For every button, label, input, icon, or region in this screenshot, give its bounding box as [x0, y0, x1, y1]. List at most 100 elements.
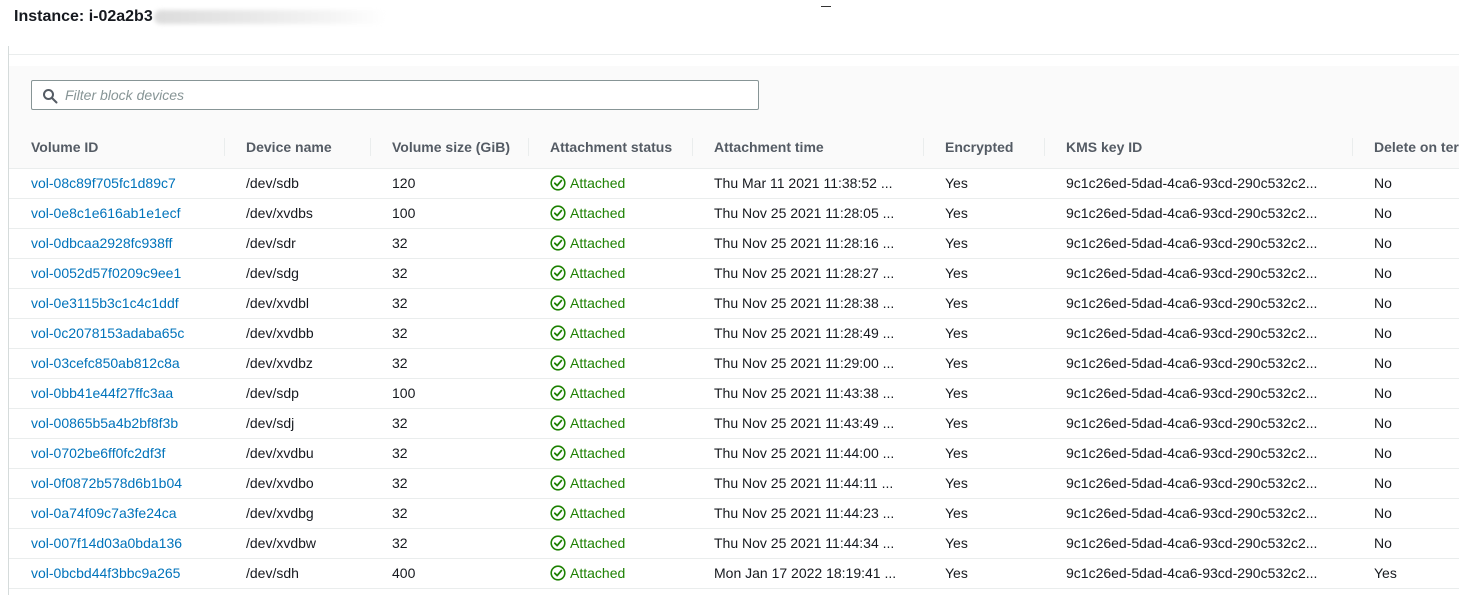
kms-key-id-cell: 9c1c26ed-5dad-4ca6-93cd-290c532c2...	[1066, 355, 1318, 371]
table-row[interactable]: vol-0052d57f0209c9ee1/dev/sdg 32 Attached T…	[9, 258, 1459, 288]
volume-id-link[interactable]: vol-0e3115b3c1c4c1ddf	[31, 295, 179, 311]
attachment-time-cell: Thu Nov 25 2021 11:28:16 ...	[714, 235, 895, 251]
attachment-time-cell: Thu Nov 25 2021 11:43:49 ...	[714, 415, 895, 431]
device-name-cell: /dev/xvdbw	[246, 535, 317, 551]
attachment-status-cell: Attached	[528, 438, 692, 468]
attachment-status-cell: Attached	[528, 348, 692, 378]
attachment-status-text: Attached	[570, 355, 626, 371]
volume-size-cell: 32	[392, 505, 408, 521]
volume-id-link[interactable]: vol-03cefc850ab812c8a	[31, 355, 180, 371]
kms-key-id-cell: 9c1c26ed-5dad-4ca6-93cd-290c532c2...	[1066, 565, 1318, 581]
column-header-delete-on-termination[interactable]: Delete on ter	[1352, 126, 1459, 168]
table-row[interactable]: vol-0e3115b3c1c4c1ddf/dev/xvdbl 32 Attache…	[9, 288, 1459, 318]
table-row[interactable]: vol-00865b5a4b2bf8f3b/dev/sdj 32 Attached T…	[9, 408, 1459, 438]
volume-id-link[interactable]: vol-0f0872b578d6b1b04	[31, 475, 182, 491]
volume-id-cell: vol-0052d57f0209c9ee1	[9, 258, 224, 288]
volume-id-cell: vol-03cefc850ab812c8a	[9, 348, 224, 378]
attachment-status-text: Attached	[570, 385, 626, 401]
attachment-status-text: Attached	[570, 175, 626, 191]
instance-label: Instance: i-02a2b3	[14, 8, 153, 25]
volume-id-cell: vol-0a74f09c7a3fe24ca	[9, 498, 224, 528]
volume-id-link[interactable]: vol-007f14d03a0bda136	[31, 535, 182, 551]
encrypted-cell: Yes	[945, 385, 968, 401]
column-header-encrypted[interactable]: Encrypted	[923, 126, 1044, 168]
device-name-cell: /dev/sdr	[246, 235, 296, 251]
table-row[interactable]: vol-08c89f705fc1d89c7/dev/sdb 120 Attached…	[9, 168, 1459, 198]
column-header-volume-size[interactable]: Volume size (GiB)	[370, 126, 528, 168]
volume-id-link[interactable]: vol-0702be6ff0fc2df3f	[31, 445, 165, 461]
table-row[interactable]: vol-03cefc850ab812c8a/dev/xvdbz 32 Attache…	[9, 348, 1459, 378]
table-row[interactable]: vol-0e8c1e616ab1e1ecf/dev/xvdbs 100 Attach…	[9, 198, 1459, 228]
volume-id-cell: vol-0bb41e44f27ffc3aa	[9, 378, 224, 408]
delete-on-termination-cell: No	[1374, 505, 1392, 521]
attachment-status-text: Attached	[570, 535, 626, 551]
volume-size-cell: 32	[392, 355, 408, 371]
table-row[interactable]: vol-0bcbd44f3bbc9a265/dev/sdh 400 Attached…	[9, 558, 1459, 588]
device-name-cell: /dev/xvdbs	[246, 205, 313, 221]
encrypted-cell: Yes	[945, 325, 968, 341]
volume-size-cell: 100	[392, 385, 416, 401]
table-row[interactable]: vol-0a74f09c7a3fe24ca/dev/xvdbg 32 Attache…	[9, 498, 1459, 528]
status-success-icon	[550, 205, 566, 221]
attachment-time-cell: Thu Nov 25 2021 11:28:27 ...	[714, 265, 895, 281]
attachment-status-text: Attached	[570, 295, 626, 311]
instance-title: Instance: i-02a2b3	[14, 8, 386, 26]
attachment-time-cell: Thu Nov 25 2021 11:28:49 ...	[714, 325, 895, 341]
delete-on-termination-cell: No	[1374, 535, 1392, 551]
volume-size-cell: 120	[392, 175, 416, 191]
filter-input[interactable]	[65, 84, 745, 106]
volume-size-cell: 32	[392, 265, 408, 281]
table-row[interactable]: vol-0f0872b578d6b1b04/dev/xvdbo 32 Attache…	[9, 468, 1459, 498]
column-header-attachment-time[interactable]: Attachment time	[692, 126, 923, 168]
table-row[interactable]: vol-007f14d03a0bda136/dev/xvdbw 32 Attache…	[9, 528, 1459, 558]
attachment-status-text: Attached	[570, 205, 626, 221]
kms-key-id-cell: 9c1c26ed-5dad-4ca6-93cd-290c532c2...	[1066, 505, 1318, 521]
attachment-time-cell: Thu Nov 25 2021 11:43:38 ...	[714, 385, 895, 401]
volume-id-link[interactable]: vol-0dbcaa2928fc938ff	[31, 235, 172, 251]
status-success-icon	[550, 445, 566, 461]
volume-id-cell: vol-0702be6ff0fc2df3f	[9, 438, 224, 468]
attachment-time-cell: Thu Nov 25 2021 11:29:00 ...	[714, 355, 895, 371]
volume-id-link[interactable]: vol-0bcbd44f3bbc9a265	[31, 565, 180, 581]
kms-key-id-cell: 9c1c26ed-5dad-4ca6-93cd-290c532c2...	[1066, 535, 1318, 551]
volume-id-link[interactable]: vol-0e8c1e616ab1e1ecf	[31, 205, 180, 221]
attachment-status-cell: Attached	[528, 498, 692, 528]
encrypted-cell: Yes	[945, 535, 968, 551]
volume-id-link[interactable]: vol-0052d57f0209c9ee1	[31, 265, 181, 281]
column-header-kms-key-id[interactable]: KMS key ID	[1044, 126, 1352, 168]
encrypted-cell: Yes	[945, 235, 968, 251]
volume-size-cell: 32	[392, 295, 408, 311]
attachment-status-cell: Attached	[528, 528, 692, 558]
volume-id-cell: vol-0bcbd44f3bbc9a265	[9, 558, 224, 588]
attachment-status-cell: Attached	[528, 318, 692, 348]
filter-block-devices[interactable]	[31, 80, 759, 110]
delete-on-termination-cell: No	[1374, 265, 1392, 281]
volume-id-cell: vol-007f14d03a0bda136	[9, 528, 224, 558]
block-devices-table: Volume ID Device name Volume size (GiB) …	[9, 126, 1459, 589]
column-header-device-name[interactable]: Device name	[224, 126, 370, 168]
kms-key-id-cell: 9c1c26ed-5dad-4ca6-93cd-290c532c2...	[1066, 445, 1318, 461]
volume-size-cell: 32	[392, 535, 408, 551]
status-success-icon	[550, 325, 566, 341]
volume-id-link[interactable]: vol-0c2078153adaba65c	[31, 325, 184, 341]
volume-id-cell: vol-0dbcaa2928fc938ff	[9, 228, 224, 258]
volume-id-link[interactable]: vol-0bb41e44f27ffc3aa	[31, 385, 173, 401]
delete-on-termination-cell: No	[1374, 235, 1392, 251]
delete-on-termination-cell: No	[1374, 325, 1392, 341]
volume-id-link[interactable]: vol-08c89f705fc1d89c7	[31, 175, 176, 191]
column-header-attachment-status[interactable]: Attachment status	[528, 126, 692, 168]
attachment-time-cell: Mon Jan 17 2022 18:19:41 ...	[714, 565, 897, 581]
delete-on-termination-cell: No	[1374, 355, 1392, 371]
volume-size-cell: 32	[392, 445, 408, 461]
table-row[interactable]: vol-0c2078153adaba65c/dev/xvdbb 32 Attache…	[9, 318, 1459, 348]
table-row[interactable]: vol-0bb41e44f27ffc3aa/dev/sdp 100 Attached…	[9, 378, 1459, 408]
status-success-icon	[550, 235, 566, 251]
status-success-icon	[550, 475, 566, 491]
volume-id-cell: vol-08c89f705fc1d89c7	[9, 168, 224, 198]
table-row[interactable]: vol-0dbcaa2928fc938ff/dev/sdr 32 Attached T…	[9, 228, 1459, 258]
table-row[interactable]: vol-0702be6ff0fc2df3f/dev/xvdbu 32 Attache…	[9, 438, 1459, 468]
status-success-icon	[550, 295, 566, 311]
column-header-volume-id[interactable]: Volume ID	[9, 126, 224, 168]
volume-id-link[interactable]: vol-00865b5a4b2bf8f3b	[31, 415, 178, 431]
volume-id-link[interactable]: vol-0a74f09c7a3fe24ca	[31, 505, 177, 521]
